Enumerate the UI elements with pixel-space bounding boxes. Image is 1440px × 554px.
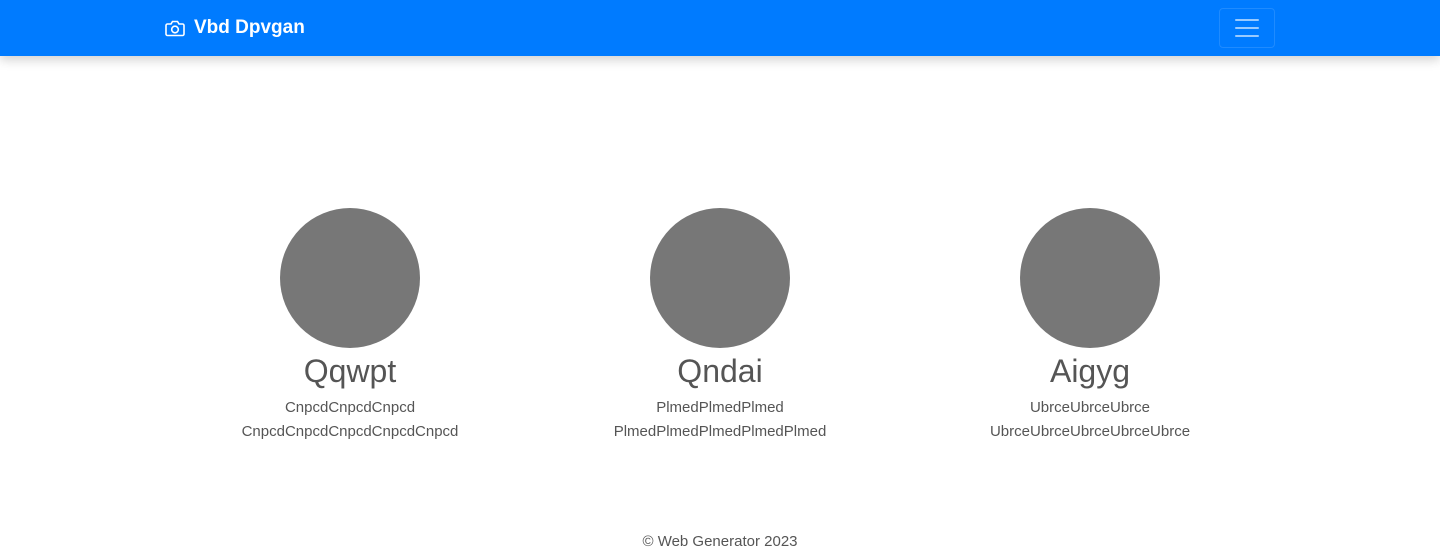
avatar [280,208,420,348]
footer-copyright: © Web Generator 2023 [642,533,798,550]
hamburger-menu-icon [1235,19,1259,37]
member-line-2: UbrceUbrceUbrceUbrceUbrce [989,423,1191,440]
brand-link[interactable]: Vbd Dpvgan [165,0,305,56]
member-line-1: UbrceUbrceUbrce [1029,399,1151,416]
camera-icon [165,19,185,37]
member-line-2: PlmedPlmedPlmedPlmedPlmed [613,423,827,440]
avatar [1020,208,1160,348]
member-line-1: PlmedPlmedPlmed [656,399,784,416]
member-name: Aigyg [1049,353,1131,389]
navbar: Vbd Dpvgan [0,0,1440,56]
navbar-toggler-button[interactable] [1219,8,1275,48]
member-name: Qqwpt [303,353,397,389]
member-name: Qndai [677,353,763,389]
team-card: Qndai PlmedPlmedPlmed PlmedPlmedPlmedPlm… [550,208,890,444]
footer: © Web Generator 2023 [0,532,1440,552]
brand-text: Vbd Dpvgan [194,17,305,38]
team-card: Aigyg UbrceUbrceUbrce UbrceUbrceUbrceUbr… [920,208,1260,444]
member-line-1: CnpcdCnpcdCnpcd [284,399,416,416]
team-card: Qqwpt CnpcdCnpcdCnpcd CnpcdCnpcdCnpcdCnp… [180,208,520,444]
team-section: Qqwpt CnpcdCnpcdCnpcd CnpcdCnpcdCnpcdCnp… [0,208,1440,448]
avatar [650,208,790,348]
member-line-2: CnpcdCnpcdCnpcdCnpcdCnpcd [241,423,459,440]
